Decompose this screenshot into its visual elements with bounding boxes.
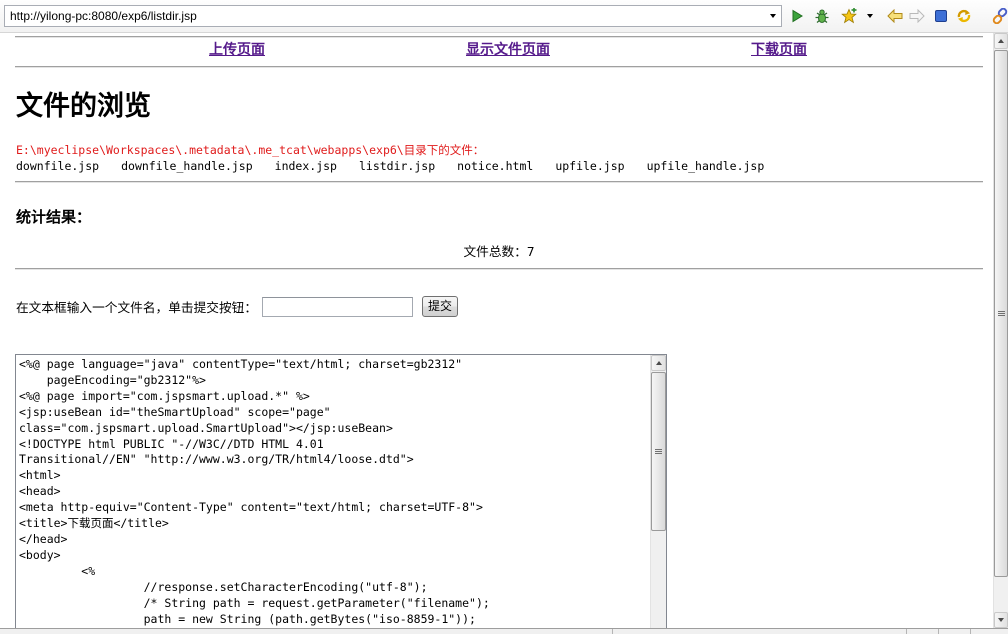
nav-link-show-files-page[interactable]: 显示文件页面 (438, 41, 578, 59)
page-viewport: 上传页面 显示文件页面 下载页面 文件的浏览 E:\myeclipse\Work… (0, 33, 993, 628)
horizontal-rule (15, 181, 983, 183)
file-list-item: notice.html (457, 159, 534, 173)
page-title: 文件的浏览 (16, 91, 151, 122)
up-arrow-icon (998, 39, 1004, 43)
status-bar (0, 628, 1008, 634)
code-editor-scrollbar[interactable] (650, 355, 666, 628)
status-bar-divider (938, 629, 939, 634)
scroll-down-button[interactable] (994, 612, 1008, 628)
code-textarea[interactable]: <%@ page language="java" contentType="te… (16, 355, 650, 628)
bookmark-dropdown-icon[interactable] (866, 6, 874, 26)
file-list-item: upfile_handle.jsp (646, 159, 765, 173)
filename-input[interactable] (262, 297, 413, 317)
horizontal-rule (15, 268, 983, 270)
file-list-item: index.jsp (274, 159, 337, 173)
scrollbar-thumb[interactable] (994, 50, 1008, 577)
status-bar-divider (906, 629, 907, 634)
scrollbar-thumb[interactable] (651, 372, 666, 531)
dropdown-triangle (770, 14, 776, 18)
file-count: 文件总数：7 (15, 244, 983, 260)
file-count-label: 文件总数： (463, 244, 527, 259)
file-list-item: listdir.jsp (358, 159, 436, 173)
bookmark-star-icon[interactable] (839, 6, 859, 26)
grip-icon (997, 311, 1005, 316)
url-history-dropdown-icon[interactable] (766, 6, 780, 26)
status-bar-divider (970, 629, 971, 634)
horizontal-rule (15, 66, 983, 68)
file-list-item: upfile.jsp (555, 159, 625, 173)
nav-link-download-page[interactable]: 下载页面 (709, 41, 849, 59)
filename-prompt-label: 在文本框输入一个文件名，单击提交按钮： (16, 300, 258, 315)
file-list-item: downfile_handle.jsp (121, 159, 253, 173)
scroll-up-button[interactable] (994, 33, 1008, 49)
stats-heading: 统计结果： (16, 208, 92, 226)
chain-link-icon[interactable] (992, 6, 1008, 26)
down-arrow-icon (998, 618, 1004, 622)
browser-toolbar (0, 0, 1008, 33)
debug-bug-icon[interactable] (812, 6, 832, 26)
status-bar-divider (612, 629, 613, 634)
horizontal-rule (15, 36, 983, 38)
forward-arrow-icon[interactable] (907, 6, 927, 26)
file-list: downfile.jsp downfile_handle.jsp index.j… (16, 158, 764, 174)
up-arrow-icon (655, 361, 662, 365)
nav-link-upload-page[interactable]: 上传页面 (167, 41, 307, 59)
grip-icon (655, 449, 662, 454)
back-arrow-icon[interactable] (885, 6, 905, 26)
file-count-value: 7 (526, 244, 535, 259)
page-scrollbar[interactable] (993, 33, 1008, 628)
code-editor: <%@ page language="java" contentType="te… (15, 354, 667, 628)
refresh-icon[interactable] (954, 6, 974, 26)
dropdown-triangle (867, 14, 873, 18)
file-list-item: downfile.jsp (16, 159, 100, 173)
submit-button[interactable]: 提交 (422, 296, 458, 317)
scroll-up-button[interactable] (651, 355, 666, 371)
stop-icon[interactable] (931, 6, 951, 26)
address-bar[interactable] (4, 5, 782, 27)
directory-path-text: E:\myeclipse\Workspaces\.metadata\.me_tc… (16, 143, 485, 157)
url-input[interactable] (5, 6, 763, 26)
go-icon[interactable] (787, 6, 807, 26)
